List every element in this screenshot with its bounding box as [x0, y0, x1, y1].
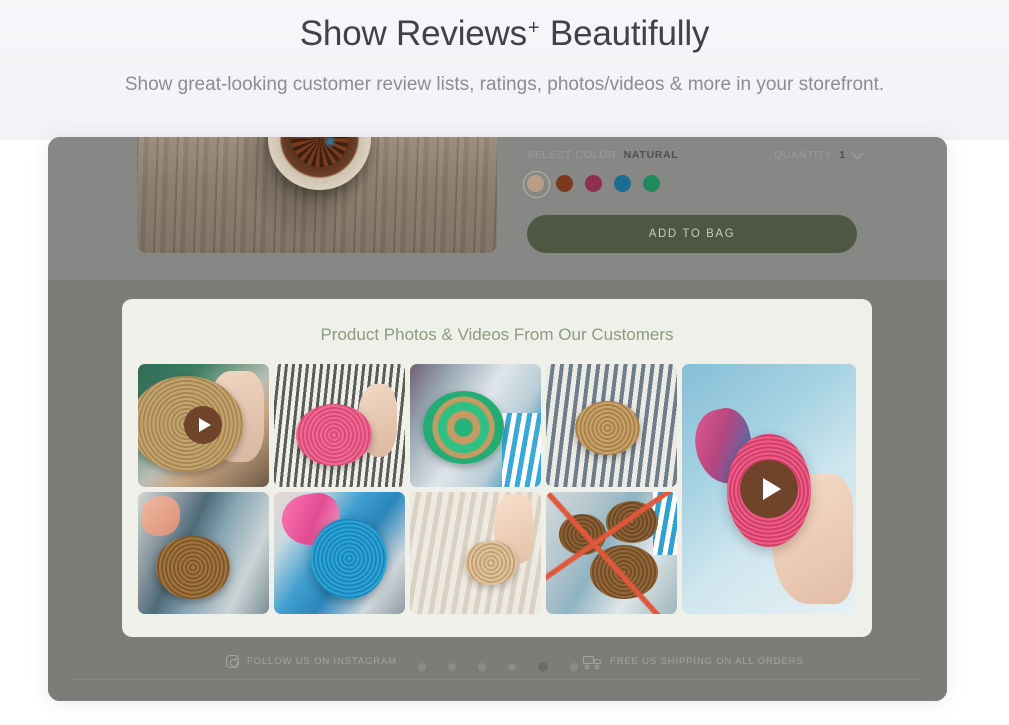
ugc-gallery-card: Product Photos & Videos From Our Custome…	[122, 299, 872, 637]
quantity-label: QUANTITY:	[774, 149, 836, 161]
color-swatch-list	[523, 171, 660, 198]
carousel-dots	[48, 662, 947, 672]
product-image[interactable]	[137, 137, 497, 253]
ugc-tile-3[interactable]	[409, 364, 541, 487]
product-detail-band: SELECT COLOR: NATURAL QUANTITY: 1 ADD TO…	[48, 137, 947, 280]
color-swatch-teal-blue[interactable]	[614, 175, 631, 192]
quantity-value: 1	[839, 149, 846, 161]
play-icon[interactable]	[739, 460, 798, 518]
ugc-tile-8[interactable]	[409, 491, 541, 614]
quantity-selector[interactable]: QUANTITY: 1	[774, 148, 863, 161]
ugc-tile-7[interactable]	[273, 491, 405, 614]
selected-color-value: NATURAL	[623, 149, 679, 161]
color-swatch-maroon[interactable]	[585, 175, 602, 192]
page-subtitle: Show great-looking customer review lists…	[124, 74, 885, 95]
color-swatch-natural[interactable]	[523, 171, 550, 198]
product-meta-row: SELECT COLOR: NATURAL QUANTITY: 1	[527, 147, 863, 167]
carousel-dot-6[interactable]	[569, 663, 578, 671]
page-title-plus: +	[527, 17, 540, 39]
add-to-bag-button[interactable]: ADD TO BAG	[527, 215, 857, 253]
ugc-tile-6[interactable]	[138, 491, 269, 614]
color-swatch-green[interactable]	[643, 175, 660, 192]
tile-bag-shape	[296, 404, 373, 466]
page-title-main: Show Reviews	[299, 14, 527, 53]
ugc-tile-video-large[interactable]	[681, 364, 856, 614]
select-color-label: SELECT COLOR: NATURAL	[527, 149, 678, 161]
tile-scarf-shape	[140, 496, 180, 536]
tile-bag-shape	[156, 535, 230, 600]
tile-stripe-shape	[501, 413, 541, 487]
ugc-photo-grid	[138, 364, 856, 614]
carousel-dot-2[interactable]	[447, 663, 456, 671]
ugc-tile-9[interactable]	[545, 491, 677, 614]
ugc-gallery-title: Product Photos & Videos From Our Custome…	[320, 325, 674, 344]
play-icon[interactable]	[184, 406, 223, 445]
carousel-dot-1[interactable]	[417, 663, 426, 671]
bag-pattern	[290, 137, 349, 168]
ugc-tile-2[interactable]	[273, 364, 405, 487]
chevron-down-icon	[851, 148, 863, 160]
carousel-dot-3[interactable]	[477, 663, 486, 671]
carousel-dot-4[interactable]	[507, 663, 516, 671]
ugc-tile-video-1[interactable]	[138, 364, 269, 487]
storefront-footer: FOLLOW US ON INSTAGRAM FREE US SHIPPING …	[48, 649, 947, 701]
ugc-tile-4[interactable]	[545, 364, 677, 487]
color-swatch-brown[interactable]	[556, 175, 573, 192]
storefront-preview-frame: SELECT COLOR: NATURAL QUANTITY: 1 ADD TO…	[48, 137, 947, 701]
product-options-column: SELECT COLOR: NATURAL QUANTITY: 1 ADD TO…	[523, 147, 863, 253]
footer-divider	[72, 679, 923, 680]
tile-bag-shape	[574, 400, 641, 455]
page-title: Show Reviews+ Beautifully	[0, 5, 1009, 57]
tile-bag-shape	[310, 518, 387, 600]
tile-rope-shape	[545, 491, 677, 614]
carousel-dot-5[interactable]	[537, 662, 548, 672]
select-color-text: SELECT COLOR:	[527, 149, 620, 161]
tile-bag-shape	[423, 390, 505, 465]
page-title-tail: Beautifully	[540, 14, 710, 53]
hero-header: Show Reviews+ Beautifully Show great-loo…	[0, 0, 1009, 140]
tile-bag-shape	[464, 540, 518, 585]
